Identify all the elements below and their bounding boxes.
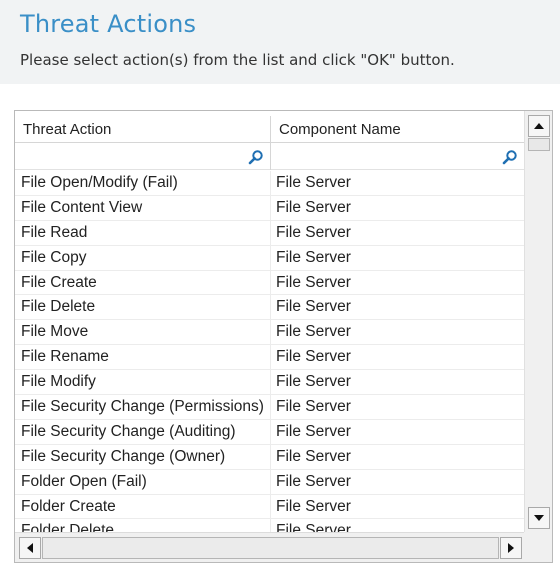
threat-action-cell: File Modify — [15, 370, 271, 395]
horizontal-scrollbar[interactable] — [15, 532, 552, 562]
grid-viewport: Threat Action Component Name File Open/M… — [15, 111, 524, 533]
threat-actions-grid: Threat Action Component Name File Open/M… — [14, 110, 553, 563]
component-name-cell: File Server — [276, 497, 351, 515]
component-name-cell: File Server — [276, 422, 351, 440]
component-name-cell: File Server — [276, 522, 351, 533]
scroll-right-icon[interactable] — [500, 537, 522, 559]
vertical-scroll-thumb[interactable] — [528, 138, 550, 151]
threat-action-cell: Folder Delete — [15, 519, 271, 533]
grid-filter-row — [15, 143, 524, 170]
scroll-left-icon[interactable] — [19, 537, 41, 559]
scroll-down-icon[interactable] — [528, 507, 550, 529]
threat-action-cell: File Move — [15, 320, 271, 345]
table-row[interactable]: File Copy File Server — [15, 245, 524, 271]
table-row[interactable]: File Security Change (Permissions) File S… — [15, 395, 524, 420]
table-row[interactable]: File Read File Server — [15, 220, 524, 246]
component-name-cell: File Server — [276, 273, 351, 291]
table-row[interactable]: File Modify File Server — [15, 370, 524, 396]
table-row[interactable]: File Security Change (Auditing) File Serv… — [15, 419, 524, 445]
column-header-component-name[interactable]: Component Name — [271, 116, 524, 142]
component-name-cell: File Server — [276, 398, 351, 416]
table-row[interactable]: File Move File Server — [15, 320, 524, 346]
threat-action-cell: File Open/Modify (Fail) — [15, 171, 271, 195]
component-name-cell: File Server — [276, 472, 351, 490]
scrollbar-corner — [524, 532, 552, 562]
horizontal-scroll-thumb[interactable] — [42, 537, 499, 559]
table-row[interactable]: Folder Delete File Server — [15, 519, 524, 533]
table-row[interactable]: File Open/Modify (Fail) File Server — [15, 171, 524, 196]
table-row[interactable]: File Security Change (Owner) File Server — [15, 444, 524, 470]
search-icon[interactable] — [502, 149, 518, 165]
page-header: Threat Actions Please select action(s) f… — [0, 0, 560, 84]
threat-action-cell: File Copy — [15, 245, 271, 270]
threat-action-cell: Folder Create — [15, 494, 271, 519]
threat-action-cell: File Security Change (Permissions) — [15, 395, 271, 419]
table-row[interactable]: File Create File Server — [15, 270, 524, 296]
vertical-scrollbar[interactable] — [524, 111, 552, 533]
column-header-threat-action[interactable]: Threat Action — [15, 116, 271, 142]
component-name-cell: File Server — [276, 298, 351, 316]
threat-action-cell: File Create — [15, 270, 271, 295]
table-row[interactable]: File Delete File Server — [15, 295, 524, 321]
scroll-up-icon[interactable] — [528, 115, 550, 137]
component-name-cell: File Server — [276, 248, 351, 266]
component-name-cell: File Server — [276, 223, 351, 241]
grid-header-row: Threat Action Component Name — [15, 116, 524, 143]
table-row[interactable]: File Content View File Server — [15, 195, 524, 221]
component-name-cell: File Server — [276, 198, 351, 216]
grid-body: File Open/Modify (Fail) File Server File C… — [15, 171, 524, 533]
page-title: Threat Actions — [20, 10, 197, 38]
filter-cell-component-name — [271, 143, 524, 170]
component-name-cell: File Server — [276, 348, 351, 366]
component-name-cell: File Server — [276, 447, 351, 465]
threat-action-cell: File Content View — [15, 195, 271, 220]
page-instructions: Please select action(s) from the list an… — [20, 51, 455, 69]
component-name-cell: File Server — [276, 174, 351, 191]
threat-action-filter-input[interactable] — [15, 143, 270, 170]
component-name-cell: File Server — [276, 323, 351, 341]
component-name-filter-input[interactable] — [271, 143, 524, 170]
component-name-cell: File Server — [276, 373, 351, 391]
search-icon[interactable] — [248, 149, 264, 165]
table-row[interactable]: File Rename File Server — [15, 345, 524, 371]
threat-action-cell: File Rename — [15, 345, 271, 370]
threat-action-cell: File Delete — [15, 295, 271, 320]
filter-cell-threat-action — [15, 143, 271, 170]
table-row[interactable]: Folder Open (Fail) File Server — [15, 469, 524, 495]
threat-action-cell: File Read — [15, 220, 271, 245]
threat-action-cell: File Security Change (Owner) — [15, 444, 271, 469]
threat-action-cell: Folder Open (Fail) — [15, 469, 271, 494]
table-row[interactable]: Folder Create File Server — [15, 494, 524, 520]
threat-action-cell: File Security Change (Auditing) — [15, 419, 271, 444]
